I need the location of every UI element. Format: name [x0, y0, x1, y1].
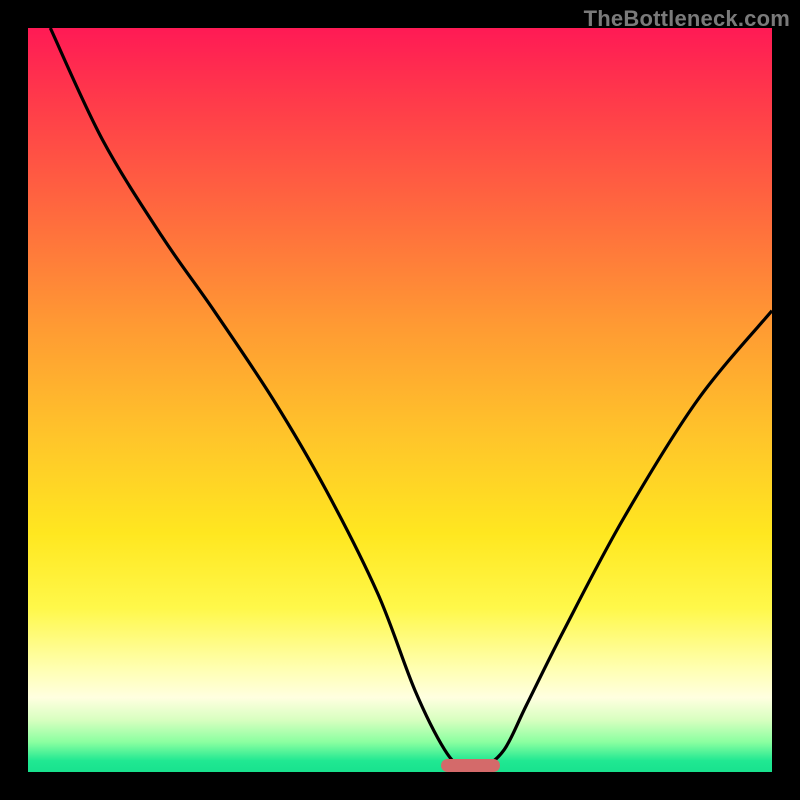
- optimal-range-marker: [441, 759, 501, 772]
- plot-area: [28, 28, 772, 772]
- bottleneck-curve: [28, 28, 772, 772]
- chart-frame: TheBottleneck.com: [0, 0, 800, 800]
- curve-path: [50, 28, 772, 771]
